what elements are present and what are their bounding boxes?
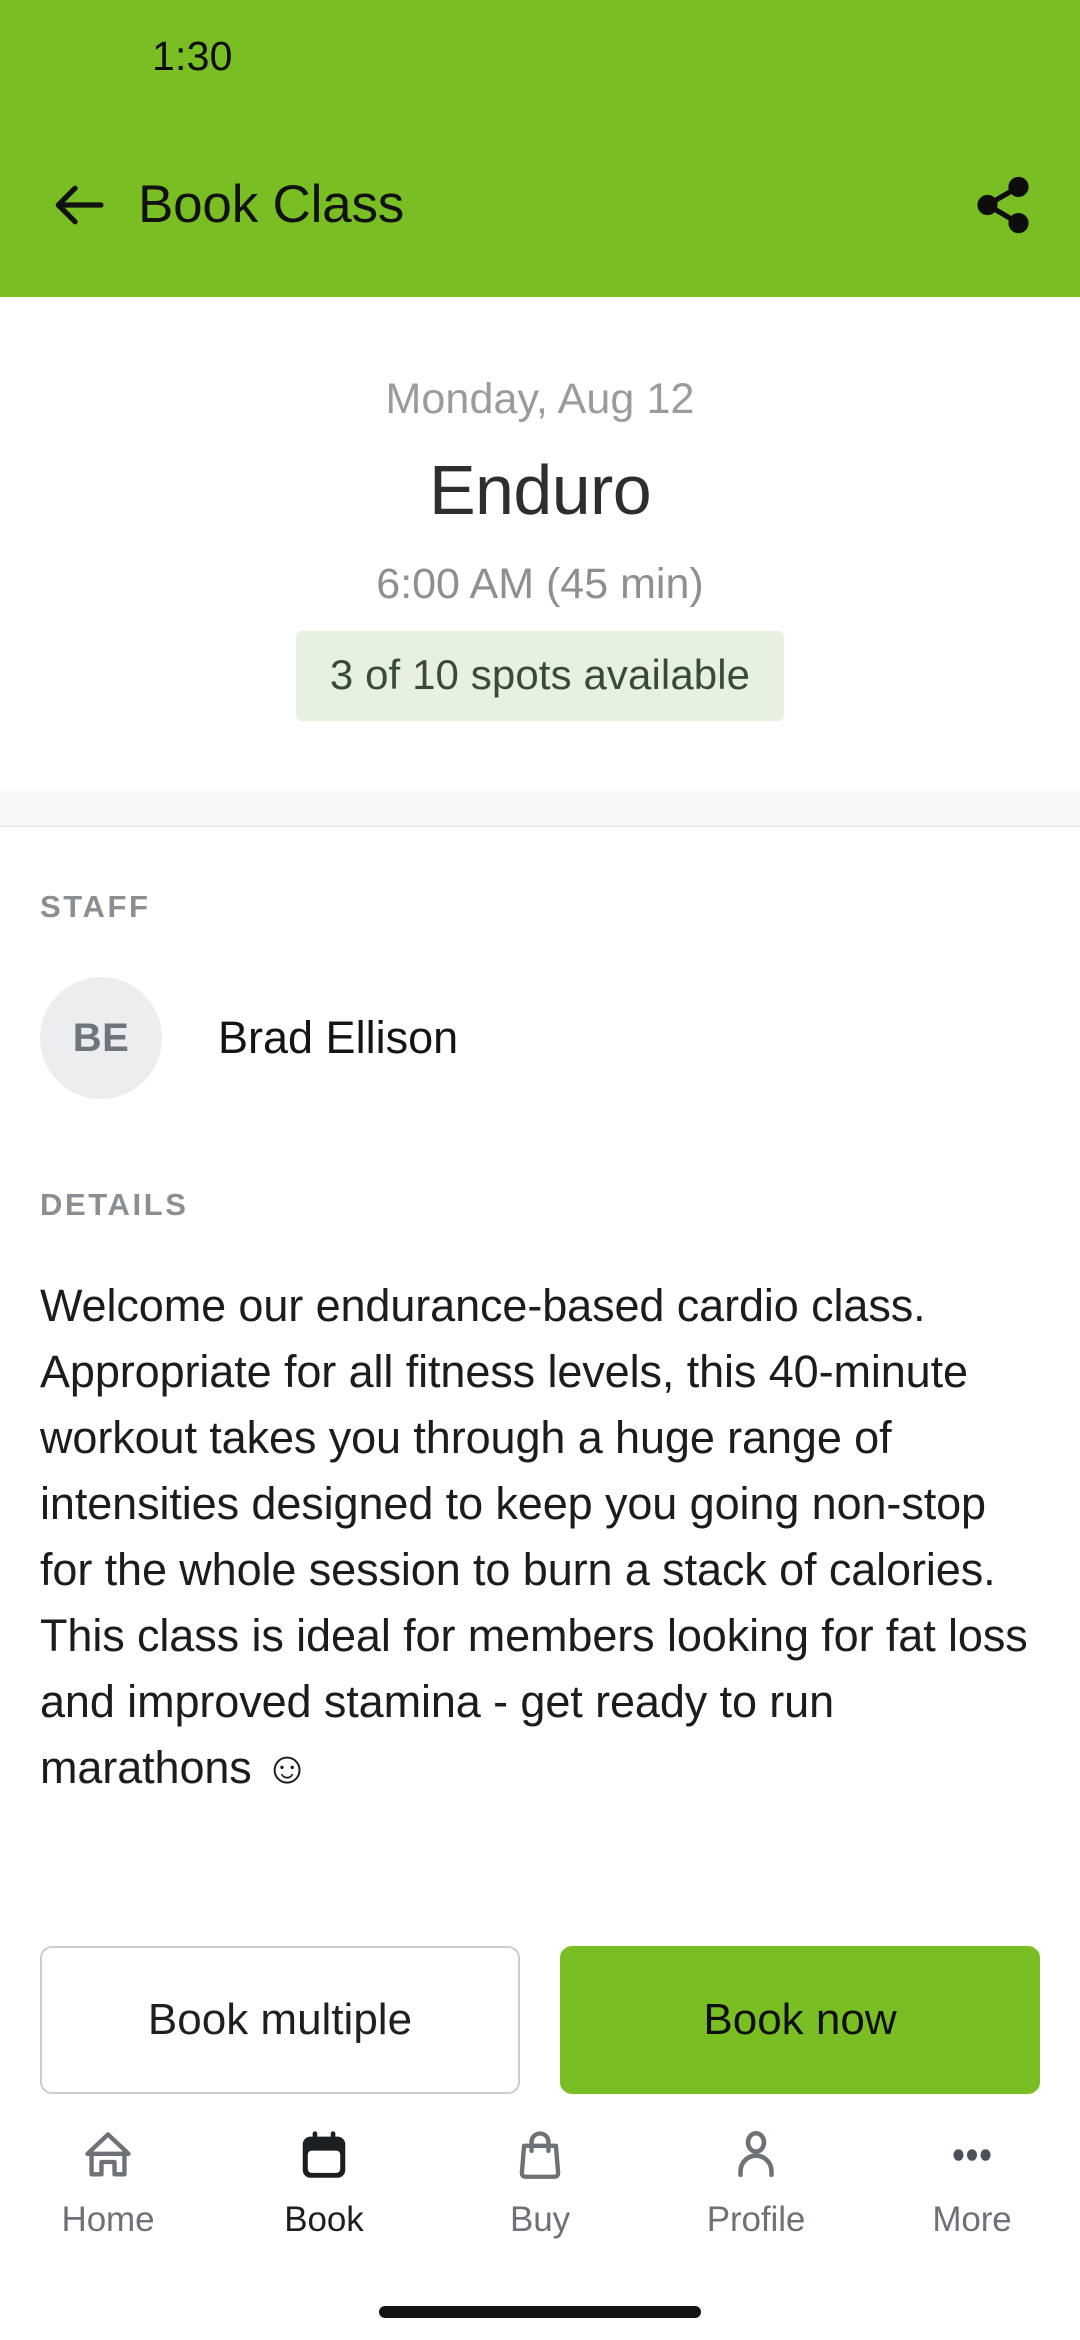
home-indicator[interactable] (379, 2306, 701, 2318)
class-time: 6:00 AM (45 min) (376, 560, 704, 608)
bottom-navigation: Home Book Buy Profile More (0, 2094, 1080, 2284)
nav-item-home[interactable]: Home (0, 2122, 216, 2240)
action-bar: Book multiple Book now (0, 1946, 1080, 2094)
arrow-left-icon[interactable] (48, 174, 110, 236)
nav-item-profile[interactable]: Profile (648, 2122, 864, 2240)
nav-label-buy: Buy (509, 2200, 570, 2239)
app-bar: Book Class (0, 112, 1080, 297)
nav-label-home: Home (61, 2200, 155, 2239)
person-icon (727, 2122, 785, 2188)
status-badge: 3 of 10 spots available (295, 631, 785, 721)
nav-item-buy[interactable]: Buy (432, 2122, 648, 2240)
status-bar: 1:30 (0, 0, 1080, 112)
book-multiple-button[interactable]: Book multiple (40, 1946, 520, 2094)
nav-label-more: More (932, 2200, 1012, 2239)
details-section-label: DETAILS (40, 1187, 189, 1222)
nav-label-book: Book (284, 2200, 364, 2239)
share-icon[interactable] (970, 172, 1036, 238)
section-divider (0, 791, 1080, 827)
details-description: Welcome our endurance-based cardio class… (40, 1280, 1028, 1793)
home-icon (79, 2122, 137, 2188)
ellipsis-icon (943, 2122, 1001, 2188)
class-date: Monday, Aug 12 (385, 375, 695, 423)
class-header: Monday, Aug 12 Enduro 6:00 AM (45 min) 3… (0, 297, 1080, 791)
app-screen: 1:30 Book Class Monday, Aug 12 Enduro 6:… (0, 0, 1080, 2340)
nav-item-book[interactable]: Book (216, 2122, 432, 2240)
staff-section-label: STAFF (40, 889, 151, 924)
main-content: STAFF BE Brad Ellison DETAILS Welcome ou… (0, 827, 1080, 1888)
avatar-initials: BE (72, 1015, 130, 1060)
class-name: Enduro (428, 451, 652, 529)
book-now-button[interactable]: Book now (560, 1946, 1040, 2094)
shopping-bag-icon (511, 2122, 569, 2188)
status-bar-clock: 1:30 (152, 32, 233, 79)
nav-item-more[interactable]: More (864, 2122, 1080, 2240)
calendar-icon (295, 2122, 353, 2188)
page-title: Book Class (138, 175, 405, 234)
staff-list-item[interactable]: BE Brad Ellison (40, 977, 1040, 1099)
nav-label-profile: Profile (706, 2200, 806, 2239)
spots-badge-container: 3 of 10 spots available (40, 631, 1040, 721)
home-indicator-area (0, 2284, 1080, 2340)
staff-name: Brad Ellison (218, 1012, 459, 1063)
avatar: BE (40, 977, 162, 1099)
